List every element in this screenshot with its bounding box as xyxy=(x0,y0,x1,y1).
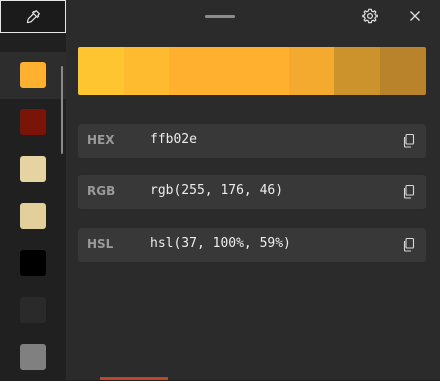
hex-label: HEX xyxy=(87,133,115,147)
shade-segment[interactable] xyxy=(334,47,380,95)
shade-segment[interactable] xyxy=(289,47,334,95)
hex-row: HEX ffb02e xyxy=(78,124,426,158)
rgb-row: RGB rgb(255, 176, 46) xyxy=(78,175,426,209)
color-swatch xyxy=(20,344,46,370)
swatch-item-4[interactable] xyxy=(0,193,66,240)
swatch-item-1[interactable] xyxy=(0,52,66,99)
rgb-label: RGB xyxy=(87,184,116,198)
color-swatch xyxy=(20,156,46,182)
color-swatch xyxy=(20,109,46,135)
copy-icon xyxy=(403,133,415,148)
swatch-item-7[interactable] xyxy=(0,334,66,381)
swatch-item-5[interactable] xyxy=(0,240,66,287)
rgb-value[interactable]: rgb(255, 176, 46) xyxy=(150,183,283,198)
eyedropper-button[interactable] xyxy=(0,0,66,33)
copy-hsl-button[interactable] xyxy=(402,237,416,253)
copy-icon xyxy=(403,237,415,252)
copy-rgb-button[interactable] xyxy=(402,184,416,200)
hsl-label: HSL xyxy=(87,237,114,251)
color-swatch xyxy=(20,62,46,88)
color-swatch xyxy=(20,297,46,323)
sidebar-scrollbar[interactable] xyxy=(61,66,63,154)
color-swatch xyxy=(20,203,46,229)
settings-button[interactable] xyxy=(360,6,380,26)
swatch-item-3[interactable] xyxy=(0,146,66,193)
drag-handle-icon[interactable] xyxy=(205,15,235,18)
hex-value[interactable]: ffb02e xyxy=(150,132,197,147)
copy-icon xyxy=(403,184,415,199)
shade-segment[interactable] xyxy=(169,47,289,95)
close-button[interactable] xyxy=(405,6,425,26)
shade-segment[interactable] xyxy=(380,47,426,95)
swatch-list xyxy=(0,52,66,381)
color-swatch xyxy=(20,250,46,276)
swatch-item-6[interactable] xyxy=(0,287,66,334)
hsl-row: HSL hsl(37, 100%, 59%) xyxy=(78,228,426,262)
color-picker-window: HEX ffb02e RGB rgb(255, 176, 46) HSL hsl… xyxy=(0,0,440,380)
shade-segment[interactable] xyxy=(78,47,124,95)
gear-icon xyxy=(362,8,378,24)
color-shades-bar xyxy=(78,47,426,95)
color-history-sidebar xyxy=(0,0,66,380)
swatch-item-2[interactable] xyxy=(0,99,66,146)
eyedropper-icon xyxy=(26,9,40,23)
copy-hex-button[interactable] xyxy=(402,133,416,149)
shade-segment[interactable] xyxy=(124,47,169,95)
hsl-value[interactable]: hsl(37, 100%, 59%) xyxy=(150,236,291,251)
close-icon xyxy=(410,11,420,21)
